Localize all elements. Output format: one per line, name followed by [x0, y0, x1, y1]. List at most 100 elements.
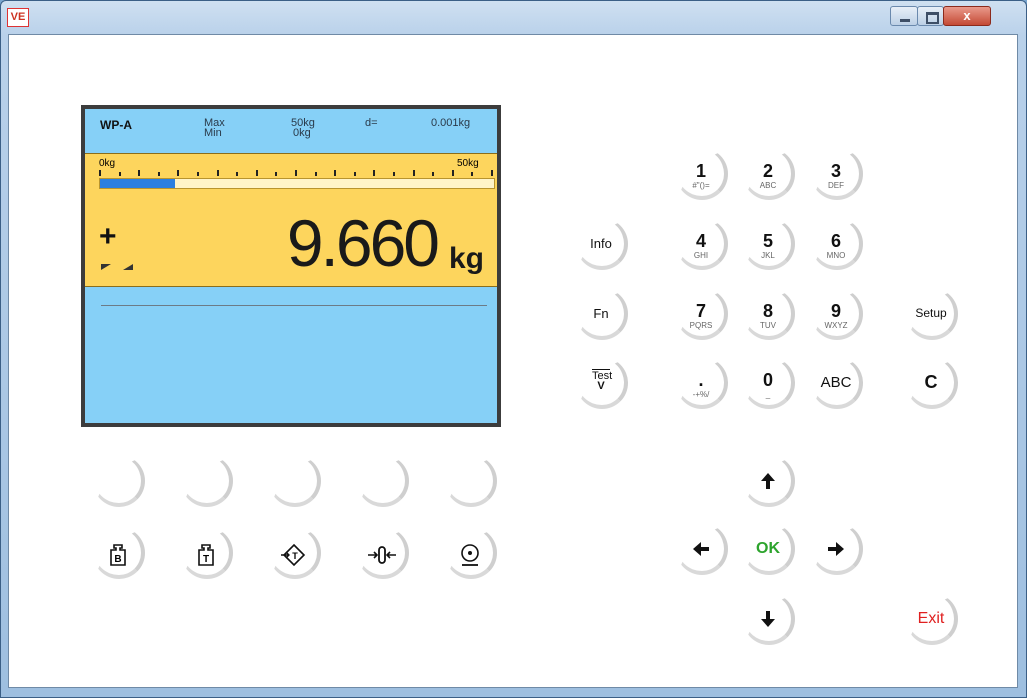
weight-unit: kg: [449, 242, 485, 275]
scale-tick: [216, 170, 219, 176]
key-0-main: 0: [762, 370, 773, 390]
key-3[interactable]: 3 DEF: [811, 148, 863, 200]
info-button[interactable]: Info: [576, 218, 628, 270]
test-button[interactable]: Test V: [576, 357, 628, 409]
up-arrow-button[interactable]: [743, 455, 795, 507]
tare-button[interactable]: T: [181, 527, 233, 579]
key-6[interactable]: 6 MNO: [811, 218, 863, 270]
info-panel: [85, 287, 497, 423]
scale-tick: [118, 172, 121, 176]
capacity-bar: [99, 178, 495, 189]
scale-tick: [373, 170, 376, 176]
arrow-left-icon: [678, 539, 724, 563]
key-2[interactable]: 2 ABC: [743, 148, 795, 200]
scale-tick: [99, 170, 101, 176]
lcd-header: WP-A Max Min 50kg 0kg d= 0.001kg: [85, 109, 497, 153]
key-dot-main: .: [698, 370, 704, 390]
softkey-5[interactable]: [445, 455, 497, 507]
arrow-down-icon: [745, 609, 791, 633]
key-9[interactable]: 9 WXYZ: [811, 288, 863, 340]
key-0[interactable]: 0 _: [743, 357, 795, 409]
key-0-sub: _: [765, 390, 771, 399]
scale-tick: [236, 172, 239, 176]
scale-tick: [353, 172, 356, 176]
key-8-sub: TUV: [760, 321, 776, 330]
app-icon[interactable]: VE: [7, 8, 29, 27]
clear-label: C: [924, 372, 938, 392]
scale-tick: [138, 170, 141, 176]
info-label: Info: [590, 236, 612, 251]
scale-tick: [491, 170, 493, 176]
svg-text:T: T: [203, 554, 209, 565]
capacity-bar-fill: [100, 179, 175, 188]
weight-t-icon: T: [183, 543, 229, 571]
target-icon: [447, 543, 493, 571]
preset-tare-button[interactable]: T: [269, 527, 321, 579]
scale-tick: [451, 170, 454, 176]
softkey-1[interactable]: [93, 455, 145, 507]
scale-tick: [432, 172, 435, 176]
scale-tick: [255, 170, 258, 176]
scale-tick: [275, 172, 278, 176]
key-6-main: 6: [830, 231, 841, 251]
scale-tick: [157, 172, 160, 176]
key-7[interactable]: 7 PQRS: [676, 288, 728, 340]
exit-button[interactable]: Exit: [906, 593, 958, 645]
arrow-right-icon: [813, 539, 859, 563]
weight-b-icon: B: [95, 543, 141, 571]
key-1-main: 1: [695, 161, 706, 181]
key-4-sub: GHI: [693, 251, 709, 260]
gross-button[interactable]: B: [93, 527, 145, 579]
abc-label: ABC: [820, 374, 852, 391]
softkey-3[interactable]: [269, 455, 321, 507]
scale-tick: [177, 170, 180, 176]
left-arrow-button[interactable]: [676, 523, 728, 575]
down-arrow-button[interactable]: [743, 593, 795, 645]
minimize-button[interactable]: [890, 6, 918, 26]
scale-tick: [334, 170, 337, 176]
key-4[interactable]: 4 GHI: [676, 218, 728, 270]
right-arrow-button[interactable]: [811, 523, 863, 575]
key-4-main: 4: [695, 231, 706, 251]
key-9-sub: WXYZ: [824, 321, 848, 330]
key-8-main: 8: [762, 301, 773, 321]
key-dot[interactable]: . -+%/: [676, 357, 728, 409]
scale-tick: [314, 172, 317, 176]
key-8[interactable]: 8 TUV: [743, 288, 795, 340]
clear-button[interactable]: C: [906, 357, 958, 409]
scale-max-label: 50kg: [457, 158, 479, 169]
ok-label: OK: [756, 540, 780, 557]
scale-min-label: 0kg: [99, 158, 116, 169]
softkey-4[interactable]: [357, 455, 409, 507]
close-button[interactable]: x: [943, 6, 991, 26]
sign-indicator: +: [99, 220, 117, 253]
fn-button[interactable]: Fn: [576, 288, 628, 340]
key-5[interactable]: 5 JKL: [743, 218, 795, 270]
key-5-main: 5: [762, 231, 773, 251]
softkey-2[interactable]: [181, 455, 233, 507]
title-bar: VE x: [0, 0, 1027, 34]
d-label: d=: [365, 117, 378, 129]
key-5-sub: JKL: [761, 251, 775, 260]
key-9-main: 9: [830, 301, 841, 321]
test-arrow: V: [597, 380, 605, 392]
stability-indicator-right: [123, 264, 133, 270]
maximize-button[interactable]: [917, 6, 944, 26]
zero-button[interactable]: [357, 527, 409, 579]
client-area: WP-A Max Min 50kg 0kg d= 0.001kg 0kg 50k…: [8, 34, 1018, 688]
abc-button[interactable]: ABC: [811, 357, 863, 409]
svg-text:T: T: [292, 551, 298, 561]
key-3-main: 3: [830, 161, 841, 181]
setup-button[interactable]: Setup: [906, 288, 958, 340]
print-button[interactable]: [445, 527, 497, 579]
key-1[interactable]: 1 #"()=: [676, 148, 728, 200]
ok-button[interactable]: OK: [743, 523, 795, 575]
key-dot-sub: -+%/: [692, 390, 710, 399]
min-label: Min: [204, 127, 222, 139]
key-2-sub: ABC: [759, 181, 777, 190]
info-separator: [101, 305, 487, 306]
scale-tick: [393, 172, 395, 176]
exit-label: Exit: [917, 610, 945, 627]
arrow-up-icon: [745, 471, 791, 495]
key-7-main: 7: [695, 301, 706, 321]
